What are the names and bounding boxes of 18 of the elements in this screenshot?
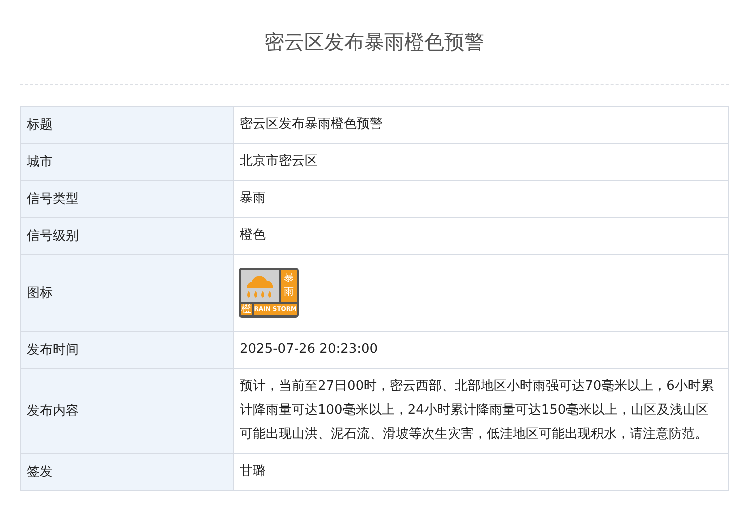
field-label: 标题 bbox=[20, 106, 234, 144]
sign-level-text: 橙 bbox=[241, 304, 252, 315]
field-label: 图标 bbox=[20, 254, 234, 332]
page-title: 密云区发布暴雨橙色预警 bbox=[264, 28, 484, 56]
field-label: 发布内容 bbox=[20, 368, 234, 454]
field-value: 甘璐 bbox=[234, 454, 728, 490]
field-value: 2025-07-26 20:23:00 bbox=[234, 332, 728, 368]
field-value: 暴雨 bbox=[234, 180, 728, 218]
field-label: 信号级别 bbox=[20, 218, 234, 254]
field-value: 密云区发布暴雨橙色预警 bbox=[234, 106, 728, 144]
field-label: 签发 bbox=[20, 454, 234, 490]
field-value: 预计，当前至27日00时，密云西部、北部地区小时雨强可达70毫米以上，6小时累计降雨量可达100毫米以上，24小时累计降雨量可达150毫米以上，山区及浅山区可能出现山洪、泥石流、滑坡等次生灾害，低洼地区可能出现积水，请注意防范。 bbox=[234, 368, 728, 454]
field-value: 橙色 bbox=[234, 218, 728, 254]
field-value: 北京市密云区 bbox=[234, 144, 728, 180]
sign-type-text: 暴雨 bbox=[281, 270, 297, 302]
field-label: 城市 bbox=[20, 144, 234, 180]
field-label: 信号类型 bbox=[20, 180, 234, 218]
field-label: 发布时间 bbox=[20, 332, 234, 368]
